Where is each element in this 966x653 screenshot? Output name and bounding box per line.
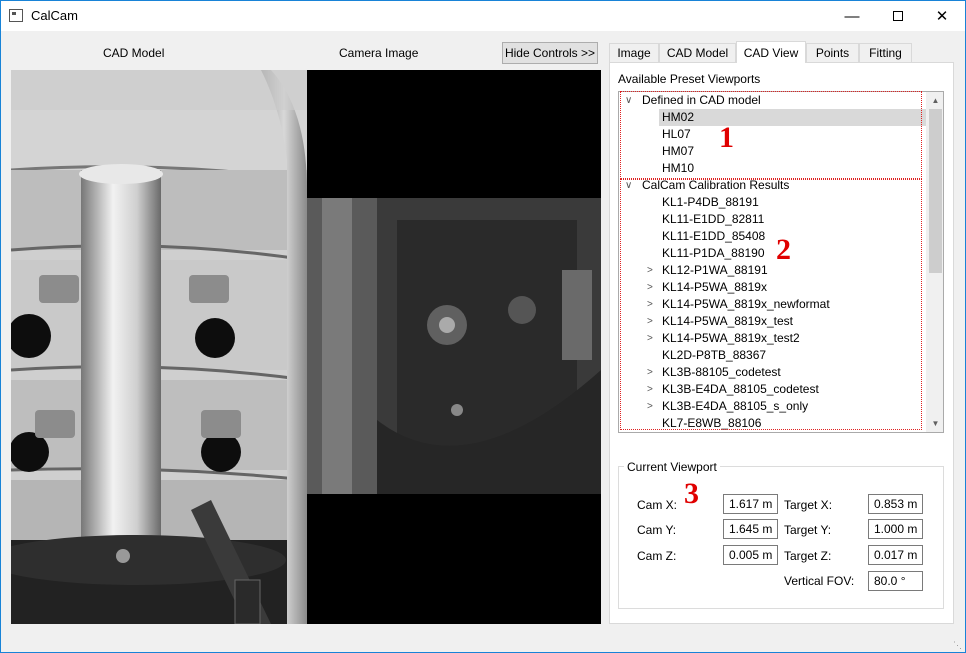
cad-render-image	[11, 70, 307, 624]
maximize-icon	[893, 11, 903, 21]
tab-points[interactable]: Points	[806, 43, 859, 62]
chevron-right-icon[interactable]: >	[647, 381, 653, 398]
tree-item[interactable]: KL3B-E4DA_88105_s_only	[662, 398, 808, 415]
tree-item[interactable]: KL11-E1DD_82811	[662, 211, 764, 228]
cad-model-label: CAD Model	[103, 46, 165, 60]
tab-fitting[interactable]: Fitting	[859, 43, 912, 62]
chevron-down-icon[interactable]: ∨	[625, 177, 632, 194]
tree-group-calcam[interactable]: CalCam Calibration Results	[642, 177, 789, 194]
chevron-right-icon[interactable]: >	[647, 262, 653, 279]
camera-image-photo	[307, 70, 601, 624]
scroll-up-icon[interactable]: ▲	[927, 92, 943, 109]
cam-y-field[interactable]: 1.645 m	[723, 519, 778, 539]
close-button[interactable]: ✕	[919, 1, 965, 31]
scroll-down-icon[interactable]: ▼	[927, 415, 943, 432]
tree-scrollbar[interactable]: ▲ ▼	[926, 92, 943, 432]
current-viewport-title: Current Viewport	[624, 460, 720, 474]
hide-controls-button[interactable]: Hide Controls >>	[502, 42, 598, 64]
tree-item[interactable]: KL1-P4DB_88191	[662, 194, 759, 211]
tree-item[interactable]: KL14-P5WA_8819x	[662, 279, 767, 296]
tree-item[interactable]: KL14-P5WA_8819x_newformat	[662, 296, 830, 313]
window-title: CalCam	[31, 8, 78, 23]
tree-item-hm07[interactable]: HM07	[662, 143, 694, 160]
tree-item[interactable]: KL3B-88105_codetest	[662, 364, 781, 381]
chevron-right-icon[interactable]: >	[647, 398, 653, 415]
calcam-window: CalCam — ✕ CAD Model Camera Image Hide C…	[0, 0, 966, 653]
camera-image-label: Camera Image	[339, 46, 419, 60]
minimize-button[interactable]: —	[829, 1, 875, 31]
tree-item-hm02[interactable]: HM02	[659, 109, 927, 126]
tree-item[interactable]: KL7-E8WB_88106	[662, 415, 761, 432]
chevron-right-icon[interactable]: >	[647, 279, 653, 296]
annotation-label-3: 3	[684, 477, 699, 510]
tree-item[interactable]: KL3B-E4DA_88105_codetest	[662, 381, 819, 398]
minimize-icon: —	[844, 7, 860, 25]
vertical-fov-field[interactable]: 80.0 °	[868, 571, 923, 591]
tree-item-hm10[interactable]: HM10	[662, 160, 694, 177]
chevron-down-icon[interactable]: ∨	[625, 92, 632, 109]
preset-viewports-label: Available Preset Viewports	[618, 72, 761, 86]
tree-item[interactable]: KL12-P1WA_88191	[662, 262, 768, 279]
chevron-right-icon[interactable]: >	[647, 296, 653, 313]
annotation-label-1: 1	[719, 121, 734, 154]
tree-item[interactable]: KL11-E1DD_85408	[662, 228, 765, 245]
annotation-label-2: 2	[776, 233, 791, 266]
target-y-field[interactable]: 1.000 m	[868, 519, 923, 539]
cad-model-view[interactable]	[11, 70, 307, 624]
target-x-field[interactable]: 0.853 m	[868, 494, 923, 514]
cam-z-field[interactable]: 0.005 m	[723, 545, 778, 565]
target-x-label: Target X:	[784, 498, 833, 512]
cam-z-label: Cam Z:	[637, 549, 677, 563]
tab-cad-model[interactable]: CAD Model	[659, 43, 736, 62]
chevron-right-icon[interactable]: >	[647, 330, 653, 347]
scroll-thumb[interactable]	[929, 109, 942, 273]
cam-x-field[interactable]: 1.617 m	[723, 494, 778, 514]
tree-item[interactable]: KL14-P5WA_8819x_test	[662, 313, 793, 330]
chevron-right-icon[interactable]: >	[647, 313, 653, 330]
target-z-field[interactable]: 0.017 m	[868, 545, 923, 565]
app-window-icon	[9, 9, 23, 22]
cam-x-label: Cam X:	[637, 498, 678, 512]
resize-grip-icon[interactable]: ⋱	[953, 640, 963, 650]
tab-image[interactable]: Image	[609, 43, 659, 62]
tree-item-hl07[interactable]: HL07	[662, 126, 691, 143]
tree-item[interactable]: KL2D-P8TB_88367	[662, 347, 766, 364]
maximize-button[interactable]	[875, 1, 921, 31]
vertical-fov-label: Vertical FOV:	[784, 574, 855, 588]
camera-image-view[interactable]	[307, 70, 601, 624]
title-bar: CalCam — ✕	[1, 1, 965, 31]
tree-item[interactable]: KL14-P5WA_8819x_test2	[662, 330, 800, 347]
target-z-label: Target Z:	[784, 549, 832, 563]
cam-y-label: Cam Y:	[637, 523, 677, 537]
tree-group-cad[interactable]: Defined in CAD model	[642, 92, 761, 109]
tree-item[interactable]: KL11-P1DA_88190	[662, 245, 765, 262]
close-icon: ✕	[935, 8, 949, 25]
tab-cad-view[interactable]: CAD View	[736, 41, 806, 63]
chevron-right-icon[interactable]: >	[647, 364, 653, 381]
target-y-label: Target Y:	[784, 523, 832, 537]
